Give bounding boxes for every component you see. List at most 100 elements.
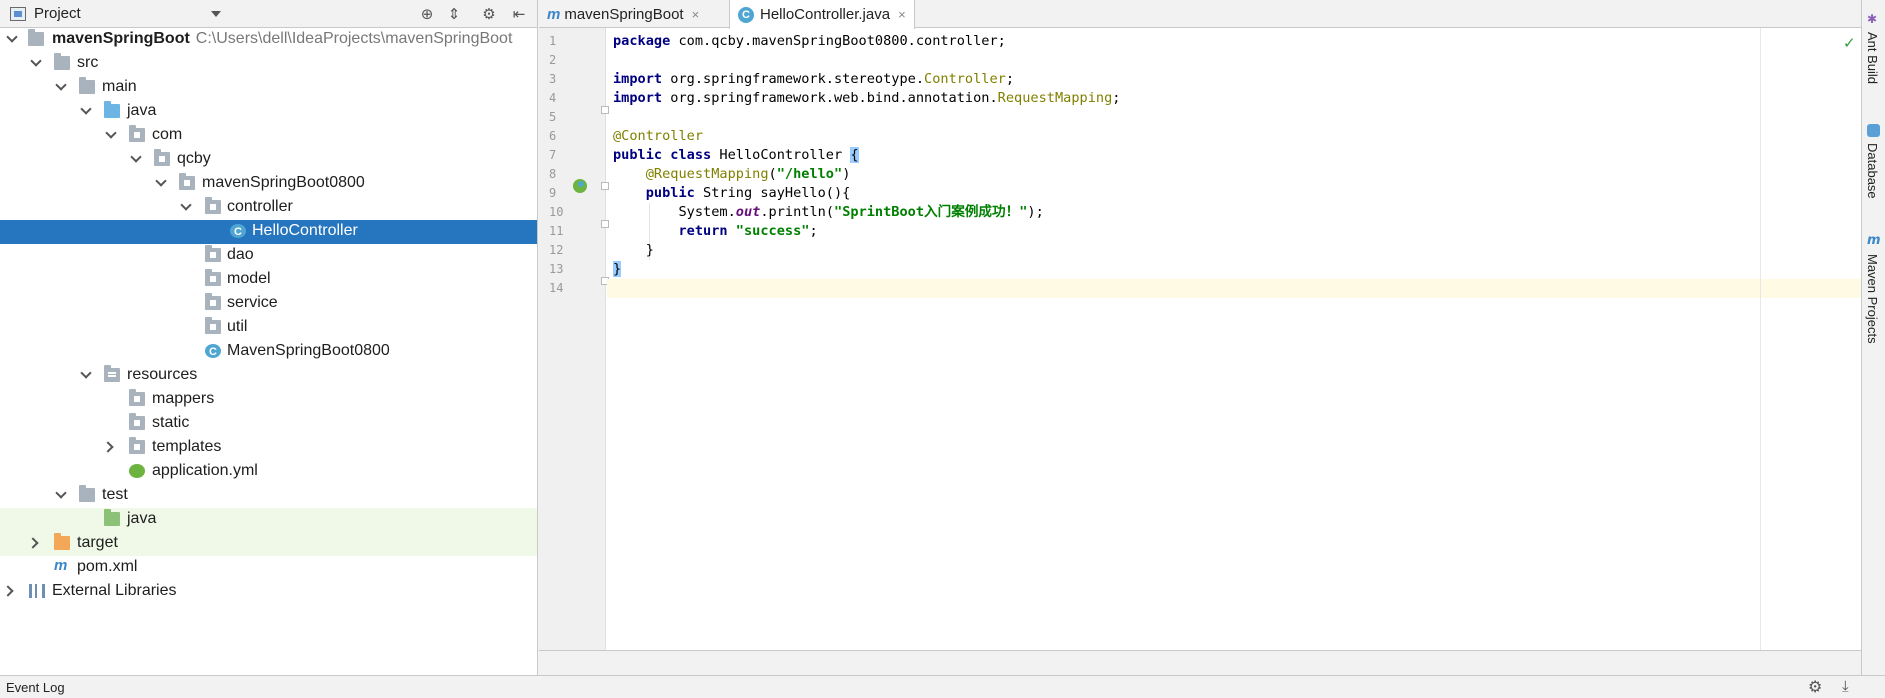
- tree-item-controller[interactable]: controller: [0, 196, 537, 220]
- tree-item-label: mappers: [152, 390, 215, 407]
- maven-icon: m: [54, 557, 68, 574]
- tree-item-pom-xml[interactable]: m pom.xml: [0, 556, 537, 580]
- tree-item-templates[interactable]: templates: [0, 436, 537, 460]
- collapse-icon[interactable]: ⇕: [445, 6, 463, 22]
- chevron-down-icon[interactable]: [55, 79, 67, 91]
- java-class-icon: C: [230, 224, 246, 238]
- package-icon: [129, 389, 145, 406]
- status-bar: Event Log ⚙ ⤓: [0, 675, 1885, 698]
- library-icon: [29, 584, 45, 598]
- tree-item-label: service: [227, 294, 278, 311]
- line-number: 7: [549, 148, 557, 162]
- tab-mavenSpringBoot[interactable]: m mavenSpringBoot ×: [539, 0, 707, 28]
- line-number: 6: [549, 129, 557, 143]
- module-folder-icon: [28, 29, 44, 46]
- tree-item-com[interactable]: com: [0, 124, 537, 148]
- tree-item-service[interactable]: service: [0, 292, 537, 316]
- project-panel-header[interactable]: Project ⊕ ⇕ ⚙ ⇤: [0, 0, 537, 28]
- tree-item-java[interactable]: java: [0, 100, 537, 124]
- tree-item-label: External Libraries: [52, 582, 177, 599]
- maven-icon: m: [547, 5, 561, 23]
- tree-item-mappers[interactable]: mappers: [0, 388, 537, 412]
- tool-window-database[interactable]: Database: [1865, 143, 1880, 199]
- close-icon[interactable]: ×: [898, 7, 906, 22]
- code-line-12: }: [645, 242, 654, 258]
- chevron-down-icon[interactable]: [55, 487, 67, 499]
- chevron-down-icon[interactable]: [6, 31, 18, 43]
- tree-item-util[interactable]: util: [0, 316, 537, 340]
- code-line-3: import org.springframework.stereotype.Co…: [613, 71, 1015, 87]
- package-icon: [205, 245, 221, 262]
- chevron-down-icon[interactable]: [180, 199, 192, 211]
- tree-item-test[interactable]: test: [0, 484, 537, 508]
- tree-item-label: application.yml: [152, 462, 258, 479]
- tree-item-static[interactable]: static: [0, 412, 537, 436]
- tree-item-test-java[interactable]: java: [0, 508, 537, 532]
- line-number: 2: [549, 53, 557, 67]
- chevron-down-icon[interactable]: [130, 151, 142, 163]
- code-line-11: return "success";: [678, 223, 818, 239]
- code-editor: m mavenSpringBoot × C HelloController.ja…: [539, 0, 1861, 650]
- tree-item-external-libraries[interactable]: External Libraries: [0, 580, 537, 604]
- tree-item-label: pom.xml: [77, 558, 138, 575]
- tree-item-label: src: [77, 54, 99, 71]
- chevron-down-icon[interactable]: [80, 103, 92, 115]
- tree-item-label: mavenSpringBoot: [52, 30, 190, 47]
- package-icon: [205, 317, 221, 334]
- folder-icon: [54, 53, 70, 70]
- hide-icon[interactable]: ⇤: [510, 6, 528, 22]
- chevron-down-icon[interactable]: [30, 55, 42, 67]
- tree-item-resources[interactable]: resources: [0, 364, 537, 388]
- package-icon: [205, 293, 221, 310]
- tool-window-maven-projects[interactable]: Maven Projects: [1865, 254, 1880, 344]
- tree-item-label: test: [102, 486, 128, 503]
- tree-item-application-yml[interactable]: application.yml: [0, 460, 537, 484]
- chevron-down-icon[interactable]: [155, 175, 167, 187]
- tree-item-src[interactable]: src: [0, 52, 537, 76]
- inspection-ok-icon[interactable]: ✓: [1843, 34, 1856, 52]
- tree-item-label: static: [152, 414, 190, 431]
- line-number: 8: [549, 167, 557, 181]
- line-number: 3: [549, 72, 557, 86]
- line-number: 12: [549, 243, 564, 257]
- tree-item-qcby[interactable]: qcby: [0, 148, 537, 172]
- code-line-8: @RequestMapping("/hello"): [645, 166, 851, 182]
- tree-item-label: util: [227, 318, 248, 335]
- tree-item-MavenSpringBoot0800[interactable]: C MavenSpringBoot0800: [0, 340, 537, 364]
- event-log-button[interactable]: Event Log: [6, 680, 65, 695]
- ide-window: Project ⊕ ⇕ ⚙ ⇤ mavenSpringBoot C:\Users\…: [0, 0, 1885, 698]
- line-number: 11: [549, 224, 564, 238]
- chevron-right-icon[interactable]: [27, 537, 39, 549]
- gear-icon[interactable]: ⚙: [1808, 677, 1822, 696]
- download-icon[interactable]: ⤓: [1842, 677, 1849, 695]
- chevron-down-icon[interactable]: [211, 11, 221, 17]
- chevron-right-icon[interactable]: [2, 585, 14, 597]
- gear-icon[interactable]: ⚙: [480, 6, 498, 22]
- tree-item-label: target: [77, 534, 118, 551]
- tree-item-main[interactable]: main: [0, 76, 537, 100]
- tree-item-mavenSpringBoot0800[interactable]: mavenSpringBoot0800: [0, 172, 537, 196]
- target-icon[interactable]: ⊕: [418, 6, 436, 22]
- chevron-down-icon[interactable]: [80, 367, 92, 379]
- line-number: 5: [549, 110, 557, 124]
- package-icon: [154, 149, 170, 166]
- tool-window-ant-build[interactable]: Ant Build: [1865, 32, 1880, 84]
- right-margin-guide: [1760, 28, 1761, 650]
- project-panel: Project ⊕ ⇕ ⚙ ⇤ mavenSpringBoot C:\Users\…: [0, 0, 538, 675]
- current-line-highlight: [607, 279, 1861, 298]
- chevron-right-icon[interactable]: [102, 441, 114, 453]
- tree-item-label: model: [227, 270, 271, 287]
- tab-HelloController[interactable]: C HelloController.java ×: [729, 0, 915, 29]
- close-icon[interactable]: ×: [692, 7, 700, 22]
- code-area[interactable]: package com.qcby.mavenSpringBoot0800.con…: [607, 28, 1861, 650]
- tree-item-mavenSpringBoot[interactable]: mavenSpringBoot C:\Users\dell\IdeaProject…: [0, 28, 537, 52]
- java-class-icon: C: [738, 6, 754, 23]
- tree-item-target[interactable]: target: [0, 532, 537, 556]
- tree-item-dao[interactable]: dao: [0, 244, 537, 268]
- tree-item-model[interactable]: model: [0, 268, 537, 292]
- editor-tab-bar: m mavenSpringBoot × C HelloController.ja…: [539, 0, 1861, 29]
- folder-icon: [79, 77, 95, 94]
- chevron-down-icon[interactable]: [105, 127, 117, 139]
- tree-item-HelloController[interactable]: C HelloController: [0, 220, 537, 244]
- spring-bean-icon[interactable]: [573, 179, 587, 193]
